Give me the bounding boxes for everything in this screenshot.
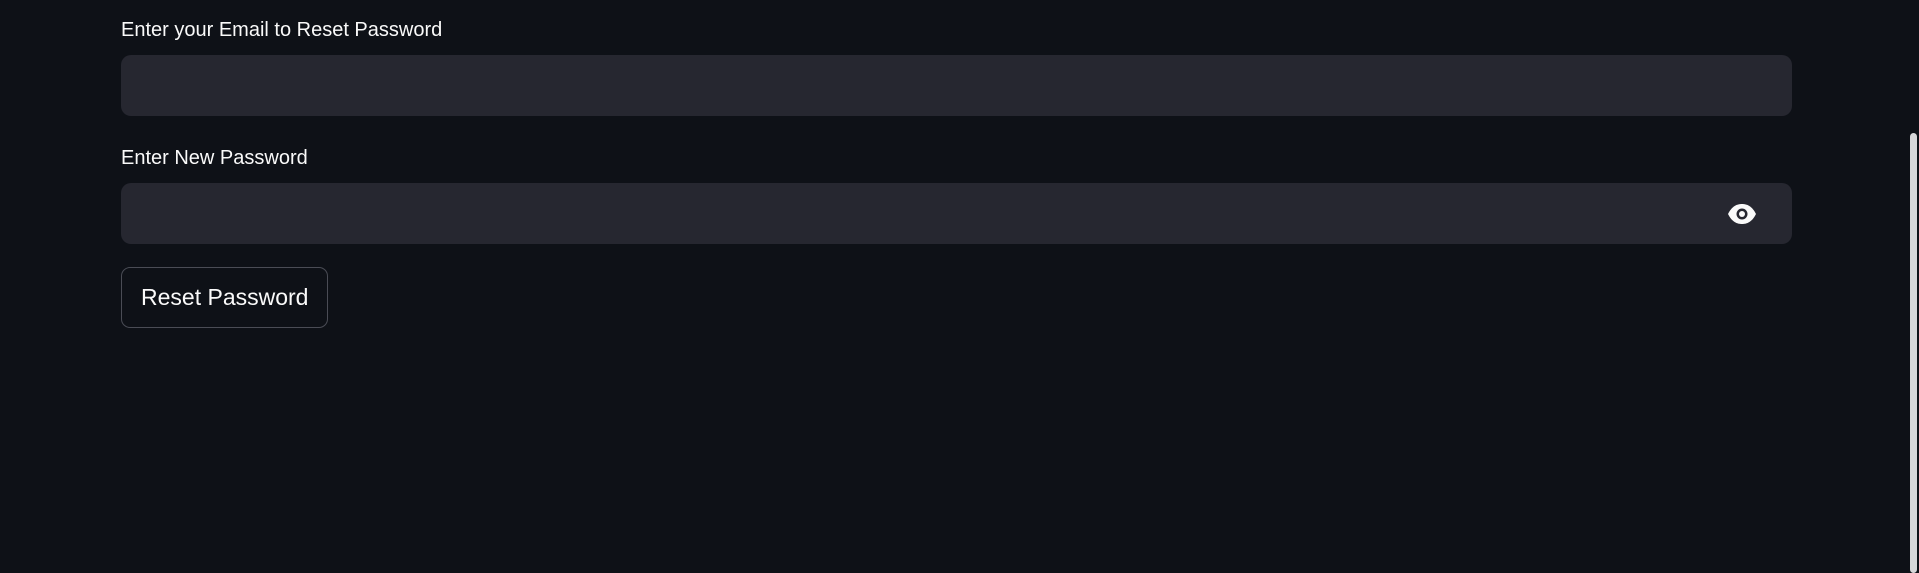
page-scrollbar[interactable] (1909, 0, 1919, 573)
new-password-input[interactable] (121, 183, 1721, 244)
eye-icon[interactable] (1726, 201, 1758, 226)
new-password-label: Enter New Password (121, 147, 308, 169)
scrollbar-thumb[interactable] (1910, 133, 1917, 573)
new-password-field (121, 183, 1792, 244)
email-input[interactable] (121, 55, 1792, 116)
email-label: Enter your Email to Reset Password (121, 19, 443, 41)
reset-password-button[interactable]: Reset Password (121, 267, 329, 328)
